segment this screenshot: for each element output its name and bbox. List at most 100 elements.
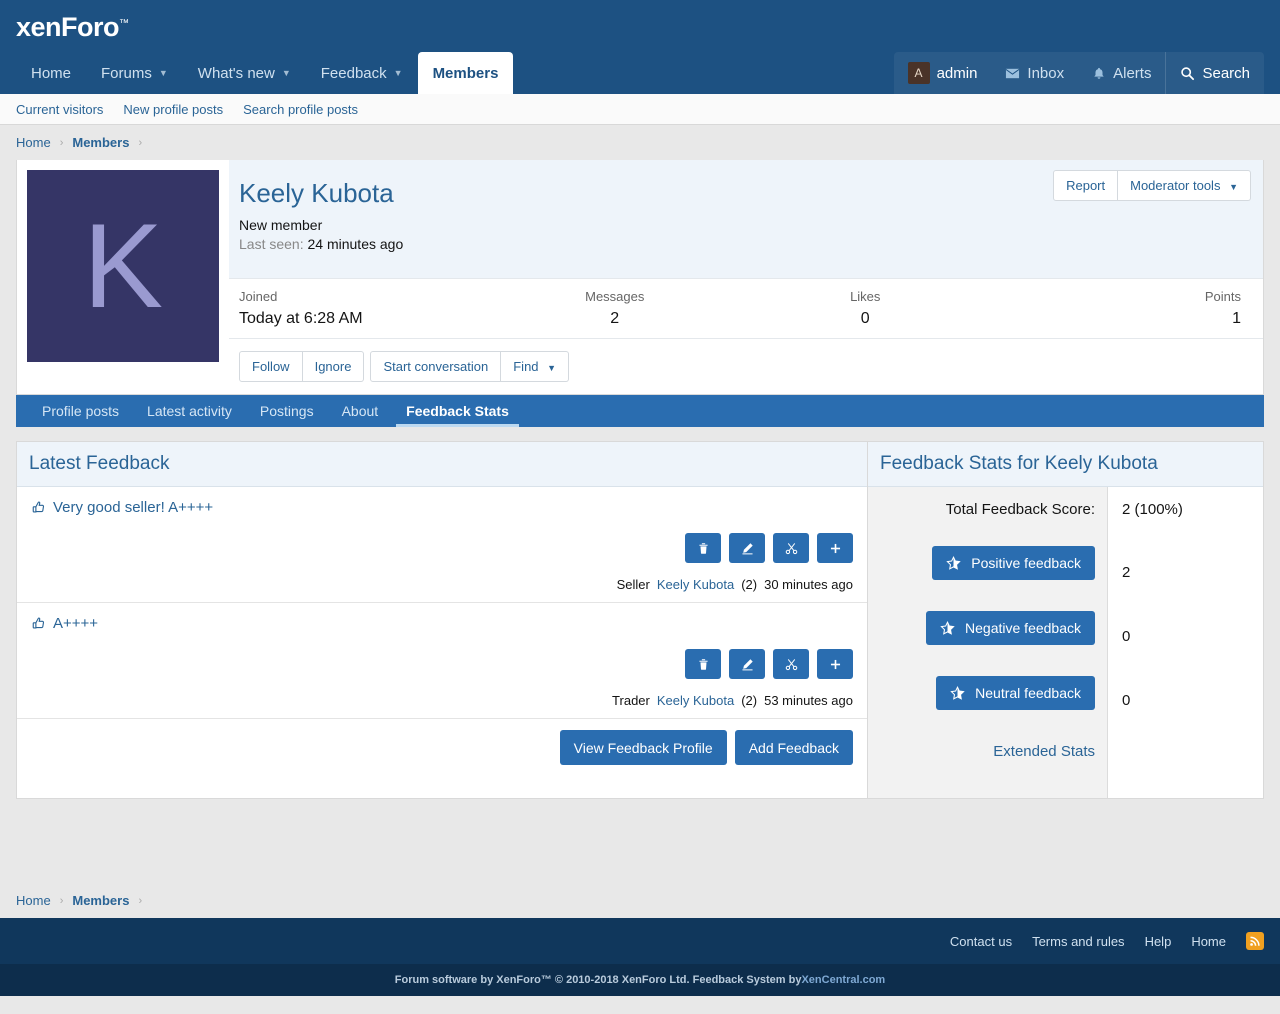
breadcrumb-home[interactable]: Home — [16, 893, 51, 908]
footer-link-contact-us[interactable]: Contact us — [950, 934, 1012, 949]
feedback-row: A++++ — [17, 603, 867, 719]
plus-icon — [829, 658, 842, 671]
feedback-time: 53 minutes ago — [764, 693, 853, 708]
add-feedback-button[interactable] — [817, 649, 853, 679]
feedback-section: Latest Feedback Very good seller! A++++ — [16, 441, 1264, 799]
chevron-right-icon: › — [60, 895, 64, 907]
tab-feedback-stats[interactable]: Feedback Stats — [392, 395, 523, 427]
copyright-bar: Forum software by XenForo™ © 2010-2018 X… — [0, 964, 1280, 996]
moderator-controls: Report Moderator tools ▼ — [1053, 170, 1251, 201]
stat-joined: Joined Today at 6:28 AM — [239, 289, 490, 328]
tab-latest-activity[interactable]: Latest activity — [133, 395, 246, 427]
total-feedback-score-value: 2 (100%) — [1122, 501, 1263, 533]
tab-profile-posts[interactable]: Profile posts — [28, 395, 133, 427]
nav-item-forums[interactable]: Forums ▼ — [86, 52, 183, 94]
tab-about[interactable]: About — [328, 395, 393, 427]
neutral-feedback-button[interactable]: Neutral feedback — [936, 676, 1095, 710]
avatar[interactable]: K — [27, 170, 219, 362]
nav-label: Members — [433, 65, 499, 82]
view-feedback-profile-button[interactable]: View Feedback Profile — [560, 730, 727, 765]
nav-label: Forums — [101, 65, 152, 82]
alerts-button[interactable]: Alerts — [1078, 52, 1165, 94]
tab-postings[interactable]: Postings — [246, 395, 328, 427]
edit-feedback-button[interactable] — [729, 649, 765, 679]
chevron-right-icon: › — [138, 895, 142, 907]
sub-navigation: Current visitors New profile posts Searc… — [0, 94, 1280, 125]
nav-item-members[interactable]: Members — [418, 52, 514, 94]
moderator-tools-button[interactable]: Moderator tools ▼ — [1118, 170, 1251, 201]
feedback-user-link[interactable]: Keely Kubota — [657, 693, 734, 708]
search-label: Search — [1202, 65, 1250, 82]
feedback-text-link[interactable]: Very good seller! A++++ — [31, 499, 853, 516]
thumbs-up-icon — [31, 616, 46, 631]
feedback-stats-panel: Feedback Stats for Keely Kubota Total Fe… — [868, 442, 1263, 798]
feedback-row: Very good seller! A++++ — [17, 487, 867, 603]
cut-feedback-button[interactable] — [773, 533, 809, 563]
breadcrumb-members[interactable]: Members — [72, 893, 129, 908]
feedback-stats-values: 2 (100%) 2 0 0 — [1108, 487, 1263, 798]
subnav-item-search-profile-posts[interactable]: Search profile posts — [243, 102, 358, 117]
search-icon — [1180, 66, 1195, 81]
star-half-icon — [950, 686, 965, 701]
feedback-text-link[interactable]: A++++ — [31, 615, 853, 632]
delete-feedback-button[interactable] — [685, 533, 721, 563]
profile-tabs: Profile posts Latest activity Postings A… — [16, 395, 1264, 427]
subnav-item-new-profile-posts[interactable]: New profile posts — [123, 102, 223, 117]
total-feedback-score-label: Total Feedback Score: — [946, 501, 1095, 518]
user-menu-button[interactable]: A admin — [894, 52, 992, 94]
inbox-label: Inbox — [1027, 65, 1064, 82]
extended-stats-link[interactable]: Extended Stats — [993, 743, 1095, 760]
avatar: A — [908, 62, 930, 84]
negative-feedback-button[interactable]: Negative feedback — [926, 611, 1095, 645]
latest-feedback-title: Latest Feedback — [17, 442, 867, 487]
alerts-label: Alerts — [1113, 65, 1151, 82]
stat-label: Messages — [490, 289, 741, 304]
feedback-user-link[interactable]: Keely Kubota — [657, 577, 734, 592]
breadcrumb-members[interactable]: Members — [72, 135, 129, 150]
feedback-text: A++++ — [53, 615, 98, 632]
cut-feedback-button[interactable] — [773, 649, 809, 679]
rss-icon[interactable] — [1246, 932, 1264, 950]
start-conversation-button[interactable]: Start conversation — [370, 351, 501, 382]
nav-item-feedback[interactable]: Feedback ▼ — [306, 52, 418, 94]
site-logo[interactable]: xenForo™ — [16, 12, 129, 43]
positive-feedback-button[interactable]: Positive feedback — [932, 546, 1095, 580]
search-button[interactable]: Search — [1165, 52, 1264, 94]
footer-link-terms-and-rules[interactable]: Terms and rules — [1032, 934, 1124, 949]
last-seen-label: Last seen: — [239, 236, 304, 252]
trademark-symbol: ™ — [119, 18, 129, 29]
inbox-button[interactable]: Inbox — [991, 52, 1078, 94]
scissors-icon — [785, 542, 798, 555]
subnav-item-current-visitors[interactable]: Current visitors — [16, 102, 103, 117]
find-label: Find — [513, 359, 538, 374]
add-feedback-footer-button[interactable]: Add Feedback — [735, 730, 853, 765]
footer-link-help[interactable]: Help — [1145, 934, 1172, 949]
footer-link-home[interactable]: Home — [1191, 934, 1226, 949]
negative-feedback-value: 0 — [1122, 628, 1263, 660]
xencentral-link[interactable]: XenCentral.com — [801, 974, 885, 986]
conversation-find-group: Start conversation Find ▼ — [370, 351, 569, 382]
feedback-time: 30 minutes ago — [764, 577, 853, 592]
breadcrumb: Home › Members › — [0, 125, 1280, 160]
follow-ignore-group: Follow Ignore — [239, 351, 364, 382]
report-button[interactable]: Report — [1053, 170, 1118, 201]
feedback-stats-body: Total Feedback Score: Positive feedback … — [868, 487, 1263, 798]
edit-feedback-button[interactable] — [729, 533, 765, 563]
copyright-text: Forum software by XenForo™ © 2010-2018 X… — [395, 974, 802, 986]
find-button[interactable]: Find ▼ — [501, 351, 569, 382]
stat-value: 1 — [991, 310, 1242, 328]
breadcrumb-bottom: Home › Members › — [0, 883, 1280, 918]
chevron-down-icon: ▼ — [1229, 182, 1238, 192]
add-feedback-button[interactable] — [817, 533, 853, 563]
nav-item-whats-new[interactable]: What's new ▼ — [183, 52, 306, 94]
nav-item-home[interactable]: Home — [16, 52, 86, 94]
stat-label: Likes — [740, 289, 991, 304]
stat-value: 2 — [490, 310, 741, 328]
delete-feedback-button[interactable] — [685, 649, 721, 679]
ignore-button[interactable]: Ignore — [303, 351, 365, 382]
breadcrumb-home[interactable]: Home — [16, 135, 51, 150]
profile-main: Keely Kubota New member Last seen: 24 mi… — [229, 160, 1263, 394]
latest-feedback-panel: Latest Feedback Very good seller! A++++ — [17, 442, 868, 798]
site-header: xenForo™ Home Forums ▼ What's new ▼ Feed… — [0, 0, 1280, 94]
follow-button[interactable]: Follow — [239, 351, 303, 382]
